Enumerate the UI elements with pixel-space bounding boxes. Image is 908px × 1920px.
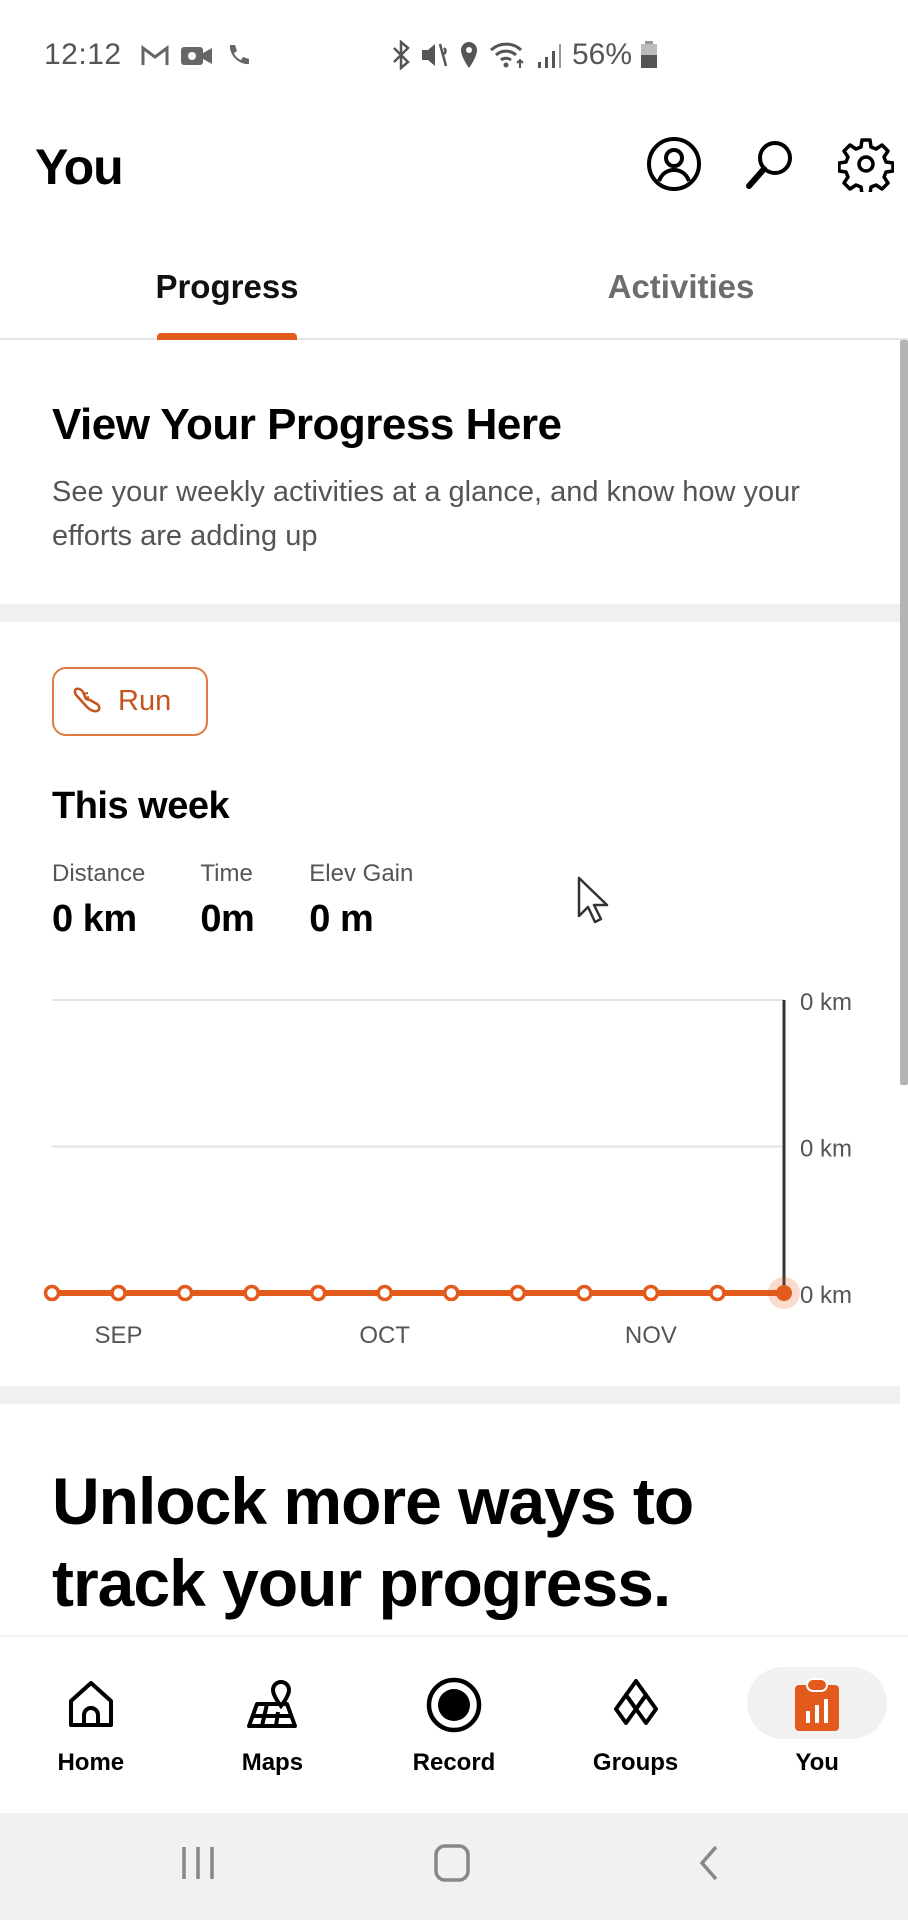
nav-groups[interactable]: Groups <box>545 1637 727 1813</box>
y-tick-label: 0 km <box>800 1282 852 1309</box>
week-title: This week <box>52 785 230 827</box>
search-icon <box>746 141 792 189</box>
status-bar: 12:12 56% <box>0 0 908 110</box>
you-icon <box>795 1678 840 1731</box>
x-tick-label: OCT <box>359 1322 410 1349</box>
stat-value: 0 km <box>52 898 137 940</box>
search-button[interactable] <box>740 134 800 194</box>
data-point <box>309 1284 327 1302</box>
home-button[interactable] <box>432 1843 472 1883</box>
upsell-title: Unlock more ways to track your progress. <box>52 1464 694 1620</box>
nav-label: Record <box>412 1749 496 1776</box>
data-point <box>376 1284 393 1302</box>
location-icon <box>461 42 477 68</box>
data-point <box>576 1284 593 1302</box>
nav-home[interactable]: Home <box>0 1637 182 1813</box>
stat-label: Time <box>200 860 253 887</box>
tab-progress[interactable]: Progress <box>0 250 454 338</box>
nav-label: You <box>795 1749 839 1776</box>
nav-record[interactable]: Record <box>363 1637 545 1813</box>
bottom-nav: Home Maps Record Groups You <box>0 1635 908 1813</box>
selected-data-point <box>776 1285 792 1301</box>
sport-filter-run[interactable]: Run <box>52 667 208 736</box>
stat-distance: Distance 0 km <box>52 860 145 941</box>
sport-filter-label: Run <box>118 685 172 717</box>
scrollbar[interactable] <box>900 340 908 1085</box>
settings-icon <box>838 138 894 192</box>
system-nav-bar <box>0 1813 908 1920</box>
phone-icon <box>229 45 249 65</box>
data-point <box>509 1284 527 1302</box>
mouse-cursor-icon <box>577 876 609 924</box>
page-title: You <box>35 139 124 195</box>
section-divider <box>0 604 900 622</box>
maps-icon <box>247 1679 298 1728</box>
data-point <box>43 1284 61 1302</box>
header-actions <box>644 134 896 194</box>
stat-elev-gain: Elev Gain 0 m <box>309 860 413 941</box>
intro-section: View Your Progress Here See your weekly … <box>0 340 900 604</box>
nav-maps[interactable]: Maps <box>182 1637 364 1813</box>
nav-label: Groups <box>592 1749 679 1776</box>
stat-value: 0 m <box>309 898 374 940</box>
back-button[interactable] <box>690 1843 730 1883</box>
x-tick-label: NOV <box>625 1322 677 1349</box>
home-icon <box>68 1681 113 1727</box>
status-right-icons: 56% <box>390 38 658 72</box>
settings-button[interactable] <box>836 134 896 194</box>
stat-label: Distance <box>52 860 146 887</box>
data-point <box>176 1284 194 1302</box>
data-point <box>709 1284 726 1302</box>
status-left-icons <box>140 42 252 70</box>
y-tick-label: 0 km <box>800 990 852 1016</box>
battery-percent: 56% <box>572 38 633 71</box>
tab-activities[interactable]: Activities <box>454 250 908 338</box>
nav-you[interactable]: You <box>726 1637 908 1813</box>
intro-description: See your weekly activities at a glance, … <box>52 476 800 552</box>
y-tick-label: 0 km <box>800 1136 852 1163</box>
intro-title: View Your Progress Here <box>52 400 562 449</box>
data-point <box>443 1284 460 1302</box>
video-call-icon <box>181 47 212 65</box>
stat-label: Elev Gain <box>309 860 414 887</box>
stat-value: 0m <box>200 898 255 940</box>
weekly-stats: Distance 0 km Time 0m Elev Gain 0 m <box>52 860 468 941</box>
vibrate-icon <box>422 43 448 67</box>
wifi-icon <box>489 42 524 68</box>
recents-button[interactable] <box>178 1843 218 1883</box>
status-time: 12:12 <box>44 38 122 71</box>
profile-icon <box>647 137 701 191</box>
bluetooth-icon <box>393 40 410 70</box>
section-divider <box>0 1386 900 1404</box>
data-point <box>110 1284 127 1302</box>
gmail-icon <box>141 45 169 65</box>
app-header: You <box>0 120 908 220</box>
battery-icon <box>641 41 658 68</box>
profile-button[interactable] <box>644 134 704 194</box>
signal-icon <box>538 44 561 68</box>
nav-label: Home <box>57 1749 125 1776</box>
tab-bar: Progress Activities <box>0 250 908 340</box>
weekly-distance-chart[interactable]: 0 km 0 km 0 km SEP OCT NOV <box>0 990 900 1360</box>
nav-label: Maps <box>241 1749 304 1776</box>
data-point <box>243 1284 260 1302</box>
x-tick-label: SEP <box>95 1322 143 1349</box>
shoe-icon <box>73 687 101 712</box>
groups-icon <box>613 1679 658 1725</box>
data-point <box>642 1284 660 1302</box>
stat-time: Time 0m <box>200 860 254 941</box>
record-icon <box>426 1677 482 1733</box>
